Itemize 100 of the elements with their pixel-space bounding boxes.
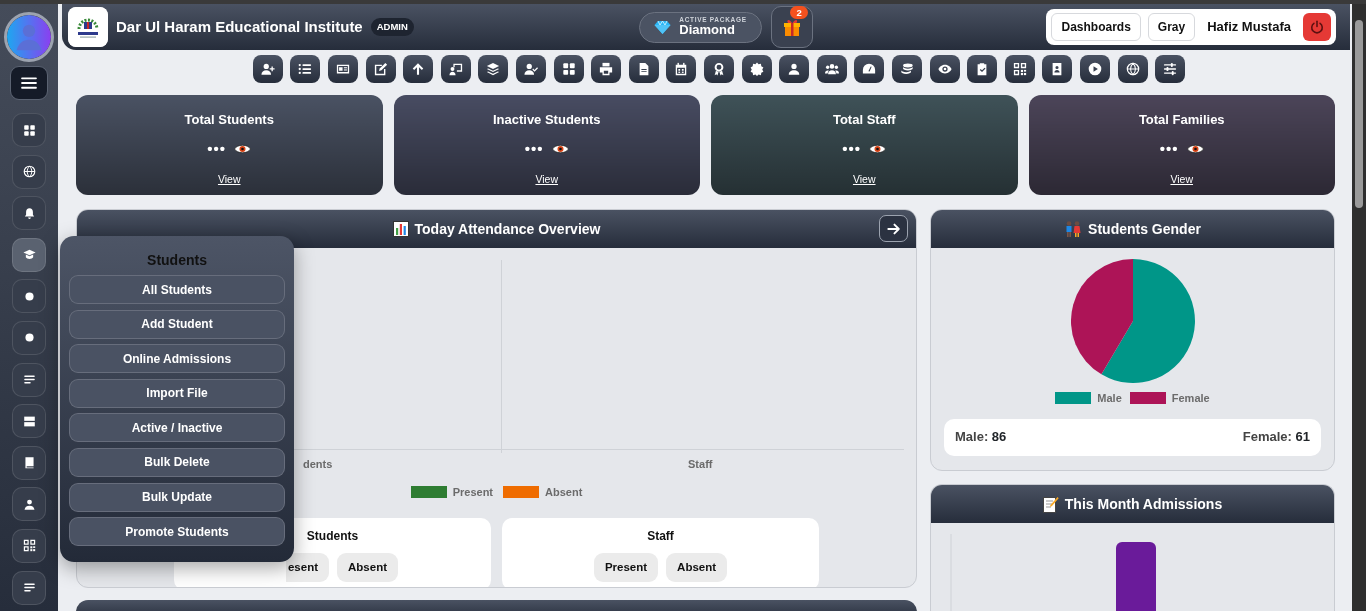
arrow-right-icon [886,221,901,236]
toolbar-button[interactable] [854,55,885,83]
stat-title: Total Families [1137,111,1226,129]
view-link[interactable]: View [217,173,241,185]
gender-count: Male: 86 [955,428,1007,447]
toolbar-button[interactable] [741,55,772,83]
toolbar-button[interactable] [1042,55,1073,83]
toolbar-button[interactable] [516,55,547,83]
user-icon [22,497,36,511]
header-button[interactable]: Gray [1147,13,1196,41]
award-icon [712,62,726,76]
sidebar-item[interactable] [12,404,46,439]
stat-title: Total Staff [831,111,897,129]
menu-item[interactable]: Promote Students [69,517,285,547]
package-name: Diamond [679,23,736,38]
sidebar-item[interactable] [12,362,46,397]
toolbar-button[interactable] [328,55,359,83]
arrow-button[interactable] [879,215,908,242]
menu-item[interactable]: Import File [69,378,285,408]
toolbar-button[interactable] [478,55,509,83]
calendar-icon [674,62,689,76]
gauge-icon [862,62,877,76]
toolbar-button[interactable] [1117,55,1148,83]
eye-icon[interactable] [234,142,252,155]
users-icon [824,62,839,76]
dot-icon [22,331,36,345]
gift-icon [781,17,802,37]
rows-icon [22,414,36,428]
qr-code-icon [22,539,36,553]
menu-item[interactable]: Add Student [69,309,285,339]
institute-name: Dar Ul Haram Educational Institute [116,16,363,37]
status-button[interactable]: Absent [666,553,728,583]
status-button[interactable]: Absent [337,553,398,583]
sidebar-item[interactable] [12,113,46,147]
menu-item[interactable]: All Students [69,275,285,304]
toolbar-button[interactable] [252,55,283,83]
menu-button[interactable] [10,66,48,100]
view-link[interactable]: View [535,173,559,185]
eye-icon [937,62,952,76]
hidden-value: ••• [842,138,862,159]
qr-code-icon [1012,62,1027,76]
stat-title: Inactive Students [491,111,602,129]
hidden-value: ••• [207,138,227,159]
scrollbar[interactable] [1352,4,1366,611]
toolbar-button[interactable] [816,55,847,83]
legend-label: Female [1171,391,1210,406]
sidebar-item[interactable] [12,445,46,480]
eye-icon[interactable] [869,142,887,155]
toolbar-button[interactable] [440,55,471,83]
sidebar-item[interactable] [12,196,46,231]
stat-title: Total Students [183,111,275,129]
header-button[interactable]: Dashboards [1051,13,1141,41]
panel-title: Students Gender [1088,219,1201,239]
menu-item[interactable]: Bulk Delete [69,447,285,477]
view-link[interactable]: View [1170,173,1194,185]
toolbar-button[interactable] [290,55,321,83]
grid-icon [22,123,36,137]
sidebar-item[interactable] [12,154,46,189]
toolbar-button[interactable] [704,55,734,83]
sidebar-item[interactable] [12,237,46,272]
sidebar-item[interactable] [12,487,46,522]
menu-item[interactable]: Active / Inactive [69,413,285,443]
toolbar-button[interactable] [1079,55,1110,83]
hidden-value: ••• [524,138,544,159]
axis-label: Staff [688,458,713,470]
toolbar-button[interactable] [365,55,396,83]
toolbar-button[interactable] [929,55,960,83]
dot-icon [22,289,36,303]
sliders-icon [1163,62,1178,76]
toolbar-button[interactable] [628,55,659,83]
graduation-cap-icon [22,248,36,262]
toolbar-button[interactable] [891,55,922,83]
printer-icon [599,62,614,76]
eye-icon[interactable] [1186,142,1204,155]
view-link[interactable]: View [852,173,876,185]
globe-icon [22,165,36,179]
menu-item[interactable]: Online Admissions [69,344,285,374]
toolbar-button[interactable] [553,55,584,83]
eye-icon[interactable] [551,142,569,155]
logout-button[interactable] [1303,13,1331,41]
toolbar-button[interactable] [779,55,810,83]
avatar[interactable] [4,12,54,62]
toolbar-button[interactable] [591,55,622,83]
sidebar-item[interactable] [12,279,46,314]
sidebar-item[interactable] [12,320,46,355]
status-button[interactable]: esent [285,553,329,583]
people-icon [1064,220,1083,238]
hidden-value: ••• [1159,138,1179,159]
toolbar-button[interactable] [403,55,434,83]
toolbar-button[interactable] [666,55,697,83]
menu-item[interactable]: Bulk Update [69,482,285,512]
toolbar-button[interactable] [967,55,998,83]
globe-icon [1125,62,1140,76]
status-button[interactable]: Present [593,553,659,583]
toolbar-button[interactable] [1155,55,1186,83]
sidebar-item[interactable] [12,570,46,605]
bell-icon [22,206,36,220]
user-icon [787,62,802,76]
sidebar-item[interactable] [12,528,46,563]
toolbar-button[interactable] [1004,55,1035,83]
